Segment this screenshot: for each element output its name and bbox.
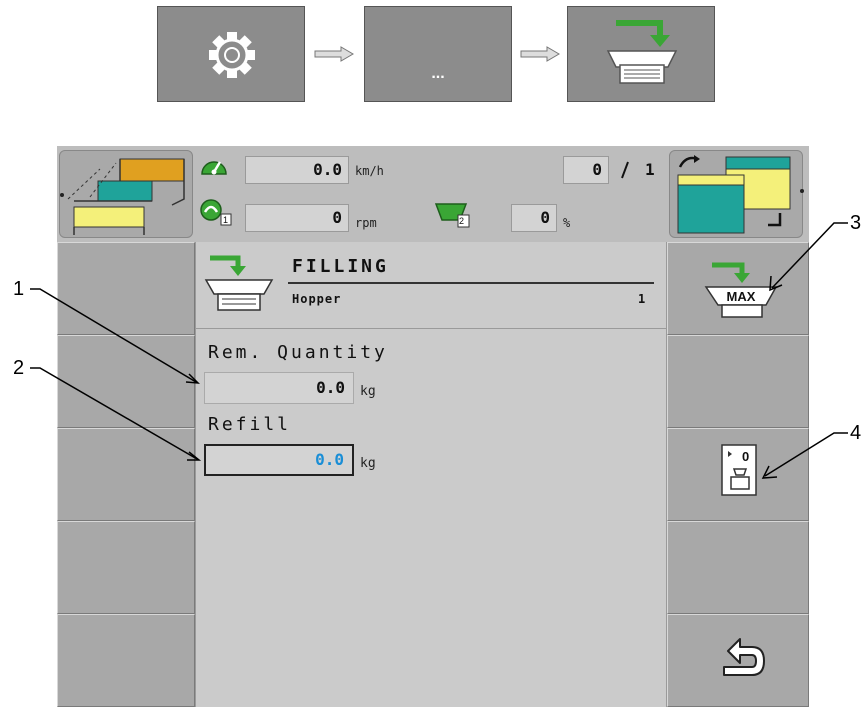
hopper-filling-icon bbox=[606, 20, 678, 84]
hopper-filling-icon bbox=[204, 255, 274, 311]
filling-nav-button[interactable] bbox=[567, 6, 715, 102]
tare-zero-label: 0 bbox=[742, 449, 749, 464]
left-softkey-4[interactable] bbox=[57, 521, 195, 614]
right-softkey-4[interactable] bbox=[667, 521, 809, 614]
callout-3: 3 bbox=[850, 212, 861, 234]
title-divider bbox=[288, 282, 654, 284]
gear-icon bbox=[209, 32, 255, 78]
right-section-control-tile[interactable] bbox=[669, 150, 804, 238]
more-nav-button[interactable]: ... bbox=[364, 6, 512, 102]
status-bar: 0.0 km/h 0 1 1 0 rpm 2 0 % bbox=[195, 146, 667, 242]
speedometer-icon bbox=[201, 161, 227, 175]
rpm-value: 0 bbox=[245, 204, 349, 232]
header-divider bbox=[196, 328, 666, 329]
counter-total: 1 bbox=[645, 160, 655, 179]
right-softkey-2[interactable] bbox=[667, 335, 809, 428]
section-layout-left-icon bbox=[60, 158, 185, 235]
max-label: MAX bbox=[727, 289, 756, 304]
tare-softkey[interactable]: 0 bbox=[667, 428, 809, 521]
left-softkey-3[interactable] bbox=[57, 428, 195, 521]
rpm-unit: rpm bbox=[355, 216, 377, 230]
refill-unit: kg bbox=[360, 456, 376, 471]
pto-index: 1 bbox=[223, 215, 229, 225]
scale-tare-icon: 0 bbox=[721, 444, 757, 496]
callout-1: 1 bbox=[13, 278, 25, 300]
rem-quantity-field: 0.0 bbox=[204, 372, 354, 404]
left-softkey-2[interactable] bbox=[57, 335, 195, 428]
arrow-right-icon bbox=[520, 46, 560, 62]
max-fill-softkey[interactable]: MAX bbox=[667, 242, 809, 335]
fill-percent-value: 0 bbox=[511, 204, 557, 232]
ellipsis-label: ... bbox=[431, 65, 445, 82]
hopper-index: 2 bbox=[459, 216, 465, 226]
refill-label: Refill bbox=[208, 414, 292, 435]
section-layout-right-icon bbox=[677, 155, 804, 234]
speed-unit: km/h bbox=[355, 164, 384, 178]
filling-panel: FILLING Hopper 1 Rem. Quantity 0.0 kg Re… bbox=[195, 242, 667, 707]
terminal-screen: MAX 0 0.0 km/h 0 1 1 0 rpm 2 0 % FILLING… bbox=[57, 146, 809, 707]
rem-quantity-label: Rem. Quantity bbox=[208, 342, 388, 363]
left-softkey-1[interactable] bbox=[57, 242, 195, 335]
counter-separator-icon bbox=[621, 161, 629, 179]
rem-quantity-unit: kg bbox=[360, 384, 376, 399]
fill-percent-unit: % bbox=[563, 216, 571, 230]
arrow-right-icon bbox=[314, 46, 354, 62]
callout-2: 2 bbox=[13, 357, 25, 379]
refill-input[interactable]: 0.0 bbox=[204, 444, 354, 476]
hopper-number: 1 bbox=[638, 292, 646, 306]
callout-4: 4 bbox=[850, 422, 861, 444]
hopper-max-icon: MAX bbox=[704, 262, 778, 318]
left-section-control-tile[interactable] bbox=[59, 150, 193, 238]
back-arrow-icon bbox=[723, 638, 765, 676]
page-subtitle: Hopper bbox=[292, 292, 342, 306]
back-softkey[interactable] bbox=[667, 614, 809, 707]
left-softkey-5[interactable] bbox=[57, 614, 195, 707]
page-title: FILLING bbox=[292, 256, 389, 277]
hopper-level-icon bbox=[434, 203, 470, 228]
counter-value: 0 bbox=[563, 156, 609, 184]
speed-value: 0.0 bbox=[245, 156, 349, 184]
settings-nav-button[interactable] bbox=[157, 6, 305, 102]
